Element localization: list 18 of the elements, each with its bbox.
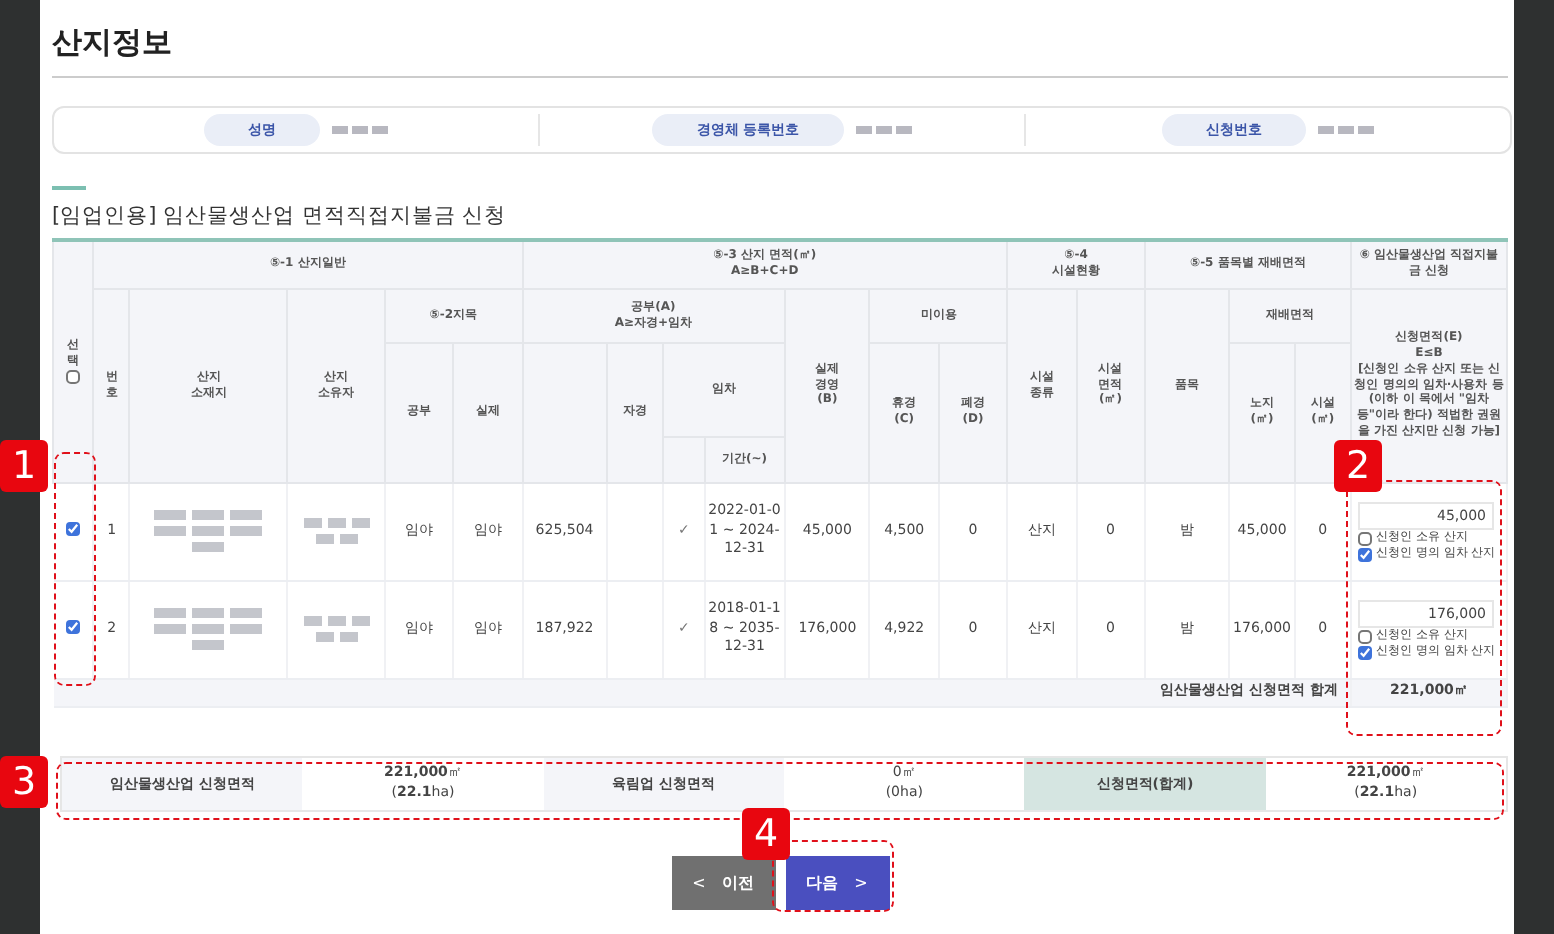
row-checkbox[interactable] (65, 522, 80, 537)
step-badge: 2 (1334, 440, 1382, 492)
step-badge: 4 (742, 808, 790, 860)
option-checkbox[interactable] (1358, 629, 1372, 643)
step-badge: 3 (0, 756, 48, 808)
previous-button[interactable]: < 이전 (671, 855, 775, 909)
row-checkbox[interactable] (65, 620, 80, 635)
blurred-value (855, 126, 912, 134)
option-checkbox[interactable] (1358, 531, 1372, 545)
option-checkbox[interactable] (1358, 547, 1372, 561)
page-title: 산지정보 (52, 24, 1508, 78)
option-checkbox[interactable] (1358, 645, 1372, 659)
section-title: [임업인용] 임산물생산업 면적직접지불금 신청 (52, 202, 509, 230)
next-button[interactable]: 다음 > (785, 855, 889, 909)
blurred-value (332, 126, 388, 134)
blurred-value (1318, 126, 1374, 134)
step-badge: 1 (0, 440, 48, 492)
select-all-checkbox[interactable] (66, 369, 81, 384)
